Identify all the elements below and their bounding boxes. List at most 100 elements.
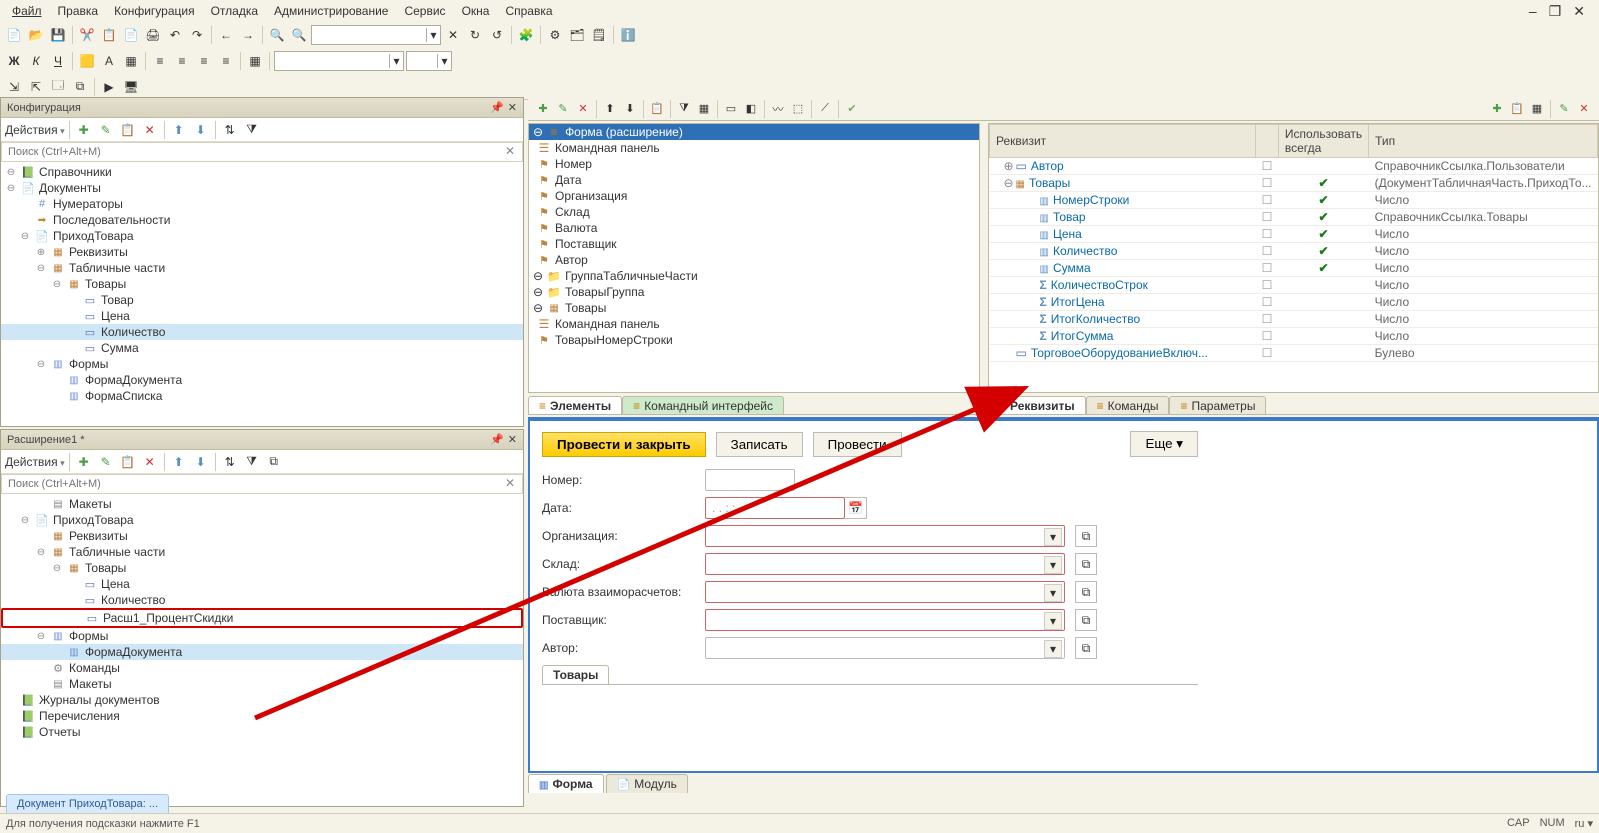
form-tree-item[interactable]: Командная панель: [529, 140, 979, 156]
tree-item[interactable]: Сумма: [1, 340, 523, 356]
tree-item[interactable]: ⊖Формы: [1, 628, 523, 644]
form-subtab-tovary[interactable]: Товары: [542, 665, 609, 684]
copy-icon[interactable]: 📋: [99, 25, 119, 45]
tree-item[interactable]: Расш1_ПроцентСкидки: [1, 608, 523, 628]
tree-item[interactable]: Журналы документов: [1, 692, 523, 708]
attr-row[interactable]: Количество ☐ ✔ Число: [990, 243, 1598, 260]
config-search-input[interactable]: [1, 142, 523, 162]
close-btn-icon[interactable]: ✕: [443, 25, 463, 45]
shape-icon[interactable]: ⬚: [789, 100, 807, 118]
attr-row[interactable]: НомерСтроки ☐ ✔ Число: [990, 192, 1598, 209]
tree-item[interactable]: ⊕Реквизиты: [1, 244, 523, 260]
tab[interactable]: Параметры: [1169, 396, 1266, 415]
delete-icon[interactable]: ✕: [574, 100, 592, 118]
form-tree-item[interactable]: ⊖Товары: [529, 300, 979, 316]
clear-icon[interactable]: ✕: [505, 476, 519, 490]
col-rekvizit[interactable]: Реквизит: [990, 125, 1256, 158]
attr-row[interactable]: Товар ☐ ✔ СправочникСсылка.Товары: [990, 209, 1598, 226]
more-button[interactable]: Еще ▾: [1130, 431, 1198, 457]
sort-icon[interactable]: ⇅: [220, 120, 240, 140]
add-icon[interactable]: ✚: [74, 120, 94, 140]
tree-item[interactable]: Цена: [1, 576, 523, 592]
tree-item[interactable]: Реквизиты: [1, 528, 523, 544]
tree-item[interactable]: Количество: [1, 324, 523, 340]
form-tree-item[interactable]: Дата: [529, 172, 979, 188]
copy-icon[interactable]: 📋: [118, 452, 138, 472]
col-use[interactable]: [1256, 125, 1279, 158]
attr-row[interactable]: КоличествоСтрок ☐ Число: [990, 277, 1598, 294]
panel-close-icon[interactable]: ✕: [508, 101, 517, 114]
arrow-left-icon[interactable]: ←: [216, 25, 236, 45]
up-icon[interactable]: ⬆: [601, 100, 619, 118]
tree-item[interactable]: Команды: [1, 660, 523, 676]
redo-icon[interactable]: ↷: [187, 25, 207, 45]
stop-icon[interactable]: 🖥: [121, 77, 141, 97]
cut-icon[interactable]: ✂️: [77, 25, 97, 45]
search-combo[interactable]: ▾: [311, 25, 441, 45]
size-combo[interactable]: ▾: [406, 51, 452, 71]
curve-icon[interactable]: 〰: [769, 100, 787, 118]
align-left-icon[interactable]: ≡: [150, 51, 170, 71]
tree-item[interactable]: ⊖Товары: [1, 276, 523, 292]
tab[interactable]: Команды: [1086, 396, 1170, 415]
tree-item[interactable]: ФормаСписка: [1, 388, 523, 404]
print-icon[interactable]: 🖨: [143, 25, 163, 45]
attr-row[interactable]: ТорговоеОборудованиеВключ... ☐ Булево: [990, 345, 1598, 362]
attr-row[interactable]: ⊖Товары ☐ ✔ (ДокументТабличнаяЧасть.Прих…: [990, 175, 1598, 192]
tree-item[interactable]: Перечисления: [1, 708, 523, 724]
chevron-down-icon[interactable]: ▾: [1044, 640, 1062, 658]
panel-close-icon[interactable]: ✕: [508, 433, 517, 446]
tree-item[interactable]: Количество: [1, 592, 523, 608]
align-right-icon[interactable]: ≡: [194, 51, 214, 71]
r-col-icon[interactable]: ▦: [1528, 100, 1546, 118]
dbg-a[interactable]: ⇲: [4, 77, 24, 97]
tree-item[interactable]: ФормаДокумента: [1, 644, 523, 660]
ref-input[interactable]: ▾: [705, 525, 1065, 547]
open-ref-icon[interactable]: ⧉: [1075, 609, 1097, 631]
edit-icon[interactable]: ✎: [554, 100, 572, 118]
tree-item[interactable]: ФормаДокумента: [1, 372, 523, 388]
clear-icon[interactable]: ✕: [505, 144, 519, 158]
tool-a[interactable]: ↺: [487, 25, 507, 45]
tree-item[interactable]: ⊖ПриходТовара: [1, 228, 523, 244]
menu-file[interactable]: Файл: [4, 2, 50, 20]
tree-item[interactable]: Отчеты: [1, 724, 523, 740]
refresh-icon[interactable]: ↻: [465, 25, 485, 45]
form-tree-item[interactable]: Поставщик: [529, 236, 979, 252]
ext-search-input[interactable]: [1, 474, 523, 494]
attr-row[interactable]: Сумма ☐ ✔ Число: [990, 260, 1598, 277]
tab[interactable]: Модуль: [606, 774, 688, 793]
form-tree-item[interactable]: Номер: [529, 156, 979, 172]
bold-icon[interactable]: Ж: [4, 51, 24, 71]
undo-icon[interactable]: ↶: [165, 25, 185, 45]
search-icon[interactable]: 🔍: [267, 25, 287, 45]
restore-icon[interactable]: ❐: [1545, 3, 1566, 20]
date-input[interactable]: . . : :: [705, 497, 845, 519]
r-copy-icon[interactable]: 📋: [1508, 100, 1526, 118]
dbg-b[interactable]: ⇱: [26, 77, 46, 97]
down-icon[interactable]: ⬇: [191, 452, 211, 472]
tree-item[interactable]: Последовательности: [1, 212, 523, 228]
tool-b[interactable]: 🧩: [516, 25, 536, 45]
font-combo[interactable]: ▾: [274, 51, 404, 71]
check-icon[interactable]: ✔: [843, 100, 861, 118]
ref-input[interactable]: ▾: [705, 553, 1065, 575]
delete-icon[interactable]: ✕: [140, 120, 160, 140]
filter-icon[interactable]: ⧩: [675, 100, 693, 118]
attr-row[interactable]: ⊕Автор ☐ СправочникСсылка.Пользователи: [990, 158, 1598, 175]
copy-icon[interactable]: 📋: [118, 120, 138, 140]
tab[interactable]: Реквизиты: [988, 396, 1086, 415]
tree-item[interactable]: ⊖ПриходТовара: [1, 512, 523, 528]
align-just-icon[interactable]: ≡: [216, 51, 236, 71]
chevron-down-icon[interactable]: ▾: [1044, 528, 1062, 546]
align-center-icon[interactable]: ≡: [172, 51, 192, 71]
doc-tab[interactable]: Документ ПриходТовара: ...: [6, 794, 169, 813]
attr-row[interactable]: ИтогКоличество ☐ Число: [990, 311, 1598, 328]
form-tree-item[interactable]: Валюта: [529, 220, 979, 236]
sort-icon[interactable]: ⇅: [220, 452, 240, 472]
tree-item[interactable]: Нумераторы: [1, 196, 523, 212]
group-icon[interactable]: ▦: [695, 100, 713, 118]
tree-item[interactable]: ⊖Табличные части: [1, 260, 523, 276]
text-input[interactable]: [705, 469, 795, 491]
view-a[interactable]: ▭: [722, 100, 740, 118]
